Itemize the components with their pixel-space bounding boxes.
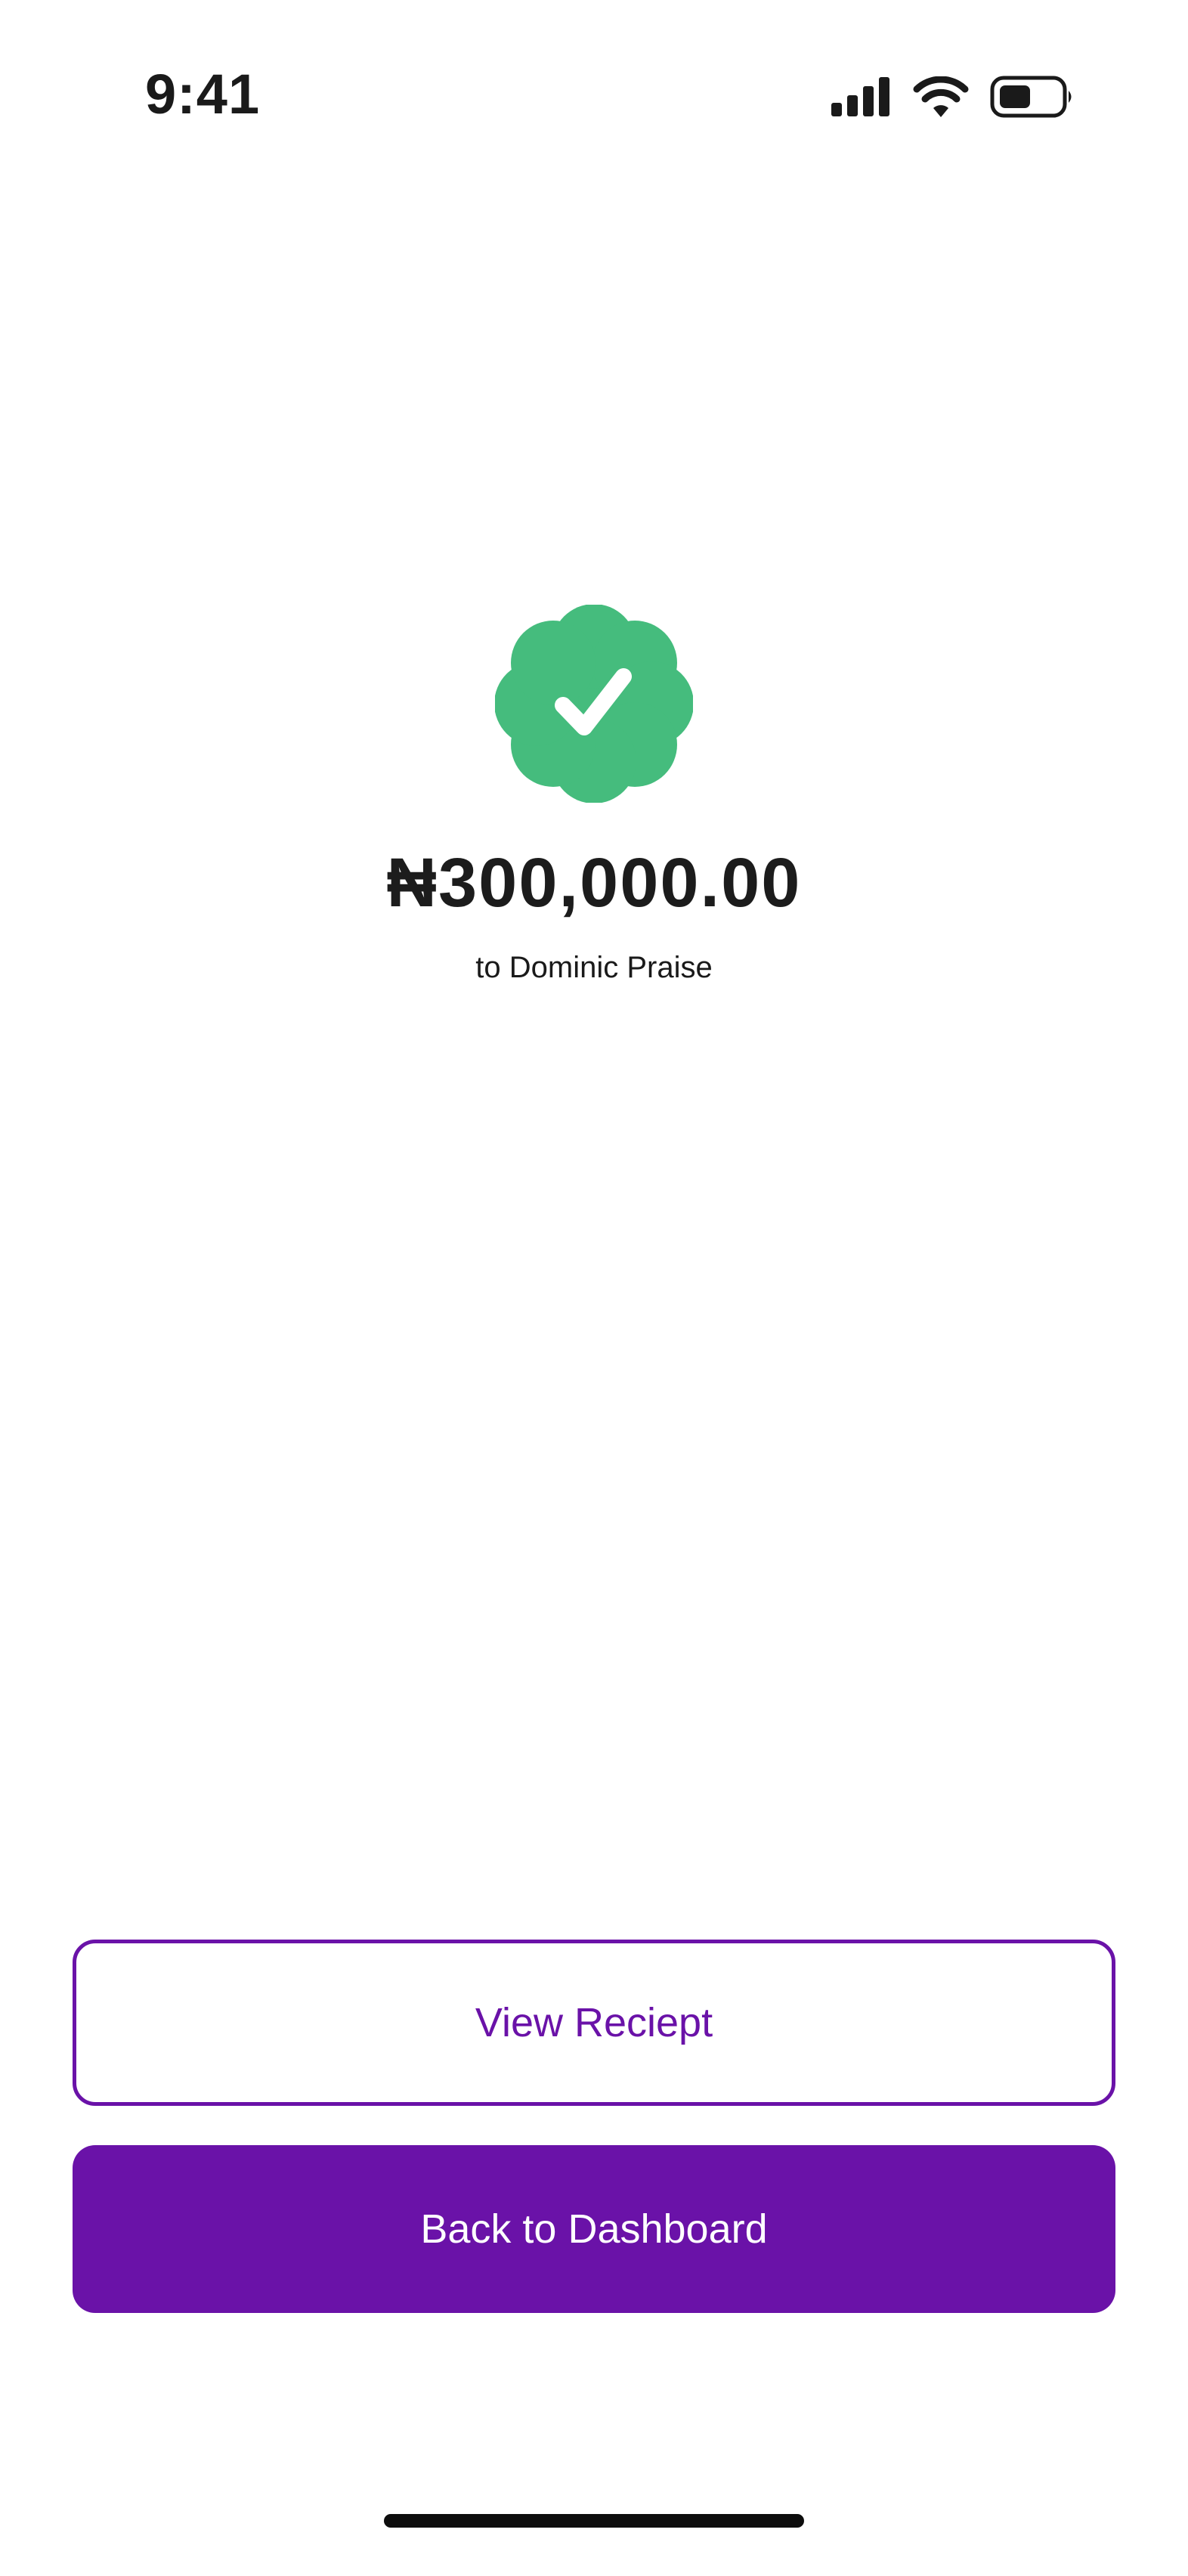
recipient-label: to Dominic Praise xyxy=(475,951,713,984)
home-indicator[interactable] xyxy=(384,2514,804,2528)
wifi-icon xyxy=(913,76,969,117)
view-receipt-button[interactable]: View Reciept xyxy=(73,1940,1115,2106)
transfer-amount: ₦300,000.00 xyxy=(386,844,802,921)
back-to-dashboard-button-label: Back to Dashboard xyxy=(420,2206,768,2252)
view-receipt-button-label: View Reciept xyxy=(475,2000,713,2045)
verified-check-badge-icon xyxy=(494,604,694,803)
back-to-dashboard-button[interactable]: Back to Dashboard xyxy=(73,2145,1115,2313)
status-bar-icons xyxy=(831,76,1075,118)
status-bar-time: 9:41 xyxy=(145,63,261,125)
cellular-signal-icon xyxy=(831,77,892,116)
battery-icon xyxy=(990,76,1075,118)
